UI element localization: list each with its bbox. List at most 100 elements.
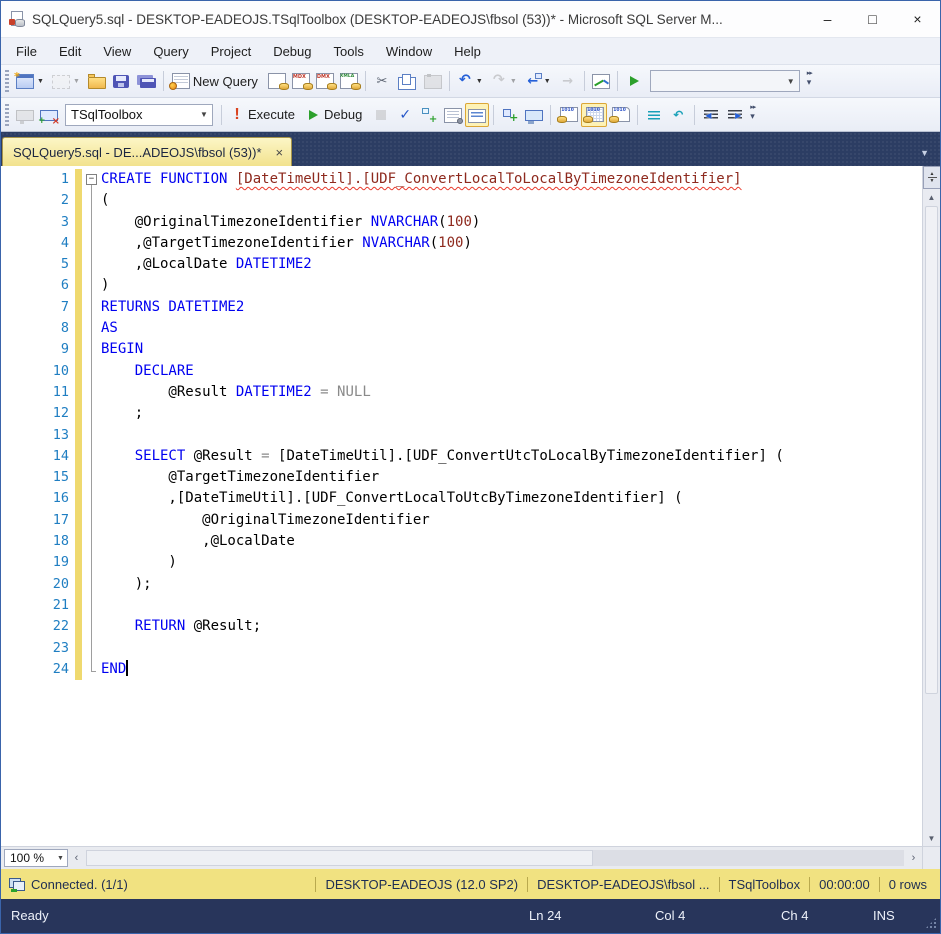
code-text[interactable]: ; (101, 403, 143, 424)
menu-debug[interactable]: Debug (262, 38, 322, 64)
code-pane[interactable]: 1 − CREATE FUNCTION [DateTimeUtil].[UDF_Co… (1, 166, 922, 846)
fold-margin[interactable]: − (82, 169, 101, 191)
code-text[interactable]: RETURNS DATETIME2 (101, 297, 244, 318)
code-text[interactable]: @Result DATETIME2 = NULL (101, 382, 370, 403)
database-engine-query-button[interactable] (265, 69, 289, 93)
active-files-dropdown-icon[interactable]: ▼ (920, 148, 929, 158)
scroll-right-icon[interactable]: › (905, 852, 922, 864)
menu-view[interactable]: View (92, 38, 142, 64)
menu-help[interactable]: Help (443, 38, 492, 64)
code-line[interactable]: 14 SELECT @Result = [DateTimeUtil].[UDF_… (1, 445, 922, 468)
increase-indent-button[interactable] (723, 103, 747, 127)
code-text[interactable]: @OriginalTimezoneIdentifier NVARCHAR(100… (101, 212, 481, 233)
code-text[interactable]: ) (101, 552, 176, 573)
code-text[interactable]: RETURN @Result; (101, 616, 261, 637)
mdx-query-button[interactable] (289, 69, 313, 93)
parse-button[interactable] (393, 103, 417, 127)
menu-project[interactable]: Project (200, 38, 262, 64)
code-line[interactable]: 22 RETURN @Result; (1, 616, 922, 638)
code-text[interactable]: ) (101, 275, 109, 296)
navigate-backward-button[interactable]: ▼ (522, 69, 556, 93)
zoom-combobox[interactable]: 100 % ▼ (4, 849, 68, 867)
new-query-button[interactable]: New Query (168, 69, 265, 93)
horizontal-scroll-thumb[interactable] (86, 850, 594, 866)
comment-button[interactable] (642, 103, 666, 127)
code-line[interactable]: 17 @OriginalTimezoneIdentifier (1, 509, 922, 532)
sql-toolbar-grip[interactable] (5, 103, 9, 126)
code-text[interactable]: END (101, 659, 128, 680)
zoom-dropdown-icon[interactable]: ▼ (54, 855, 67, 862)
code-text[interactable]: CREATE FUNCTION [DateTimeUtil].[UDF_Conv… (101, 169, 742, 190)
standard-toolbar-grip[interactable] (5, 70, 9, 92)
menu-tools[interactable]: Tools (323, 38, 375, 64)
code-line[interactable]: 4 ,@TargetTimezoneIdentifier NVARCHAR(10… (1, 232, 922, 255)
code-line[interactable]: 10 DECLARE (1, 360, 922, 382)
template-parameters-button[interactable] (498, 103, 522, 127)
code-text[interactable]: ,@TargetTimezoneIdentifier NVARCHAR(100) (101, 233, 472, 254)
code-text[interactable]: @OriginalTimezoneIdentifier (101, 510, 430, 531)
code-line[interactable]: 16 ,[DateTimeUtil].[UDF_ConvertLocalToUt… (1, 488, 922, 510)
code-line[interactable]: 9 BEGIN (1, 339, 922, 361)
code-editor[interactable]: 1 − CREATE FUNCTION [DateTimeUtil].[UDF_Co… (1, 166, 940, 846)
maximize-button[interactable]: □ (850, 1, 895, 37)
available-databases-combobox[interactable]: TSqlToolbox ▼ (65, 103, 213, 126)
code-text[interactable]: ,[DateTimeUtil].[UDF_ConvertLocalToUtcBy… (101, 488, 682, 509)
resize-grip-icon[interactable] (925, 917, 937, 929)
copy-button[interactable] (394, 69, 419, 93)
code-line[interactable]: 7 RETURNS DATETIME2 (1, 296, 922, 319)
scroll-down-icon[interactable]: ▼ (923, 830, 940, 846)
cut-button[interactable] (370, 69, 394, 93)
scroll-left-icon[interactable]: ‹ (68, 852, 85, 864)
decrease-indent-button[interactable] (699, 103, 723, 127)
code-line[interactable]: 6) (1, 275, 922, 297)
code-line[interactable]: 13 (1, 424, 922, 446)
standard-toolbar-options-button[interactable]: ▸▸ ▾ (806, 69, 820, 93)
code-line[interactable]: 20 ); (1, 573, 922, 595)
code-line[interactable]: 1 − CREATE FUNCTION [DateTimeUtil].[UDF_Co… (1, 169, 922, 191)
horizontal-scroll-track[interactable] (86, 850, 904, 866)
undo-button[interactable]: ▼ (454, 69, 488, 93)
code-line[interactable]: 12 ; (1, 403, 922, 425)
code-line[interactable]: 23 (1, 637, 922, 659)
intellisense-enabled-button[interactable] (465, 102, 490, 127)
code-line[interactable]: 24 END (1, 658, 922, 681)
open-file-button[interactable] (85, 69, 109, 93)
code-line[interactable]: 15 @TargetTimezoneIdentifier (1, 467, 922, 489)
code-text[interactable]: SELECT @Result = [DateTimeUtil].[UDF_Con… (101, 446, 784, 467)
code-line[interactable]: 21 (1, 594, 922, 617)
vertical-scroll-thumb[interactable] (925, 206, 938, 694)
save-button[interactable] (109, 69, 133, 93)
minimize-button[interactable]: – (805, 1, 850, 37)
dmx-query-button[interactable] (313, 69, 337, 93)
sql-toolbar-options-button[interactable]: ▸▸ ▾ (749, 103, 763, 127)
code-text[interactable]: BEGIN (101, 339, 143, 360)
chevron-down-icon[interactable]: ▼ (783, 77, 799, 86)
code-text[interactable]: ,@LocalDate (101, 531, 295, 552)
xmla-query-button[interactable] (337, 69, 361, 93)
debug-button[interactable]: Debug (302, 103, 369, 127)
scroll-up-icon[interactable]: ▲ (923, 189, 940, 205)
menu-window[interactable]: Window (375, 38, 443, 64)
tab-close-icon[interactable]: × (276, 146, 284, 159)
change-connection-button[interactable] (37, 103, 61, 127)
activity-monitor-button[interactable] (589, 69, 613, 93)
close-button[interactable]: × (895, 1, 940, 37)
tab-sqlquery5[interactable]: SQLQuery5.sql - DE...ADEOJS\fbsol (53))*… (2, 137, 293, 166)
query-options-button[interactable] (441, 103, 465, 127)
code-line[interactable]: 11 @Result DATETIME2 = NULL (1, 381, 922, 404)
save-all-button[interactable] (133, 69, 159, 93)
code-line[interactable]: 18 ,@LocalDate (1, 531, 922, 553)
code-line[interactable]: 3 @OriginalTimezoneIdentifier NVARCHAR(1… (1, 211, 922, 233)
code-text[interactable]: AS (101, 318, 118, 339)
collapse-icon[interactable]: − (86, 174, 97, 185)
menu-edit[interactable]: Edit (48, 38, 92, 64)
chevron-down-icon[interactable]: ▼ (196, 110, 212, 119)
menu-query[interactable]: Query (142, 38, 199, 64)
uncomment-button[interactable] (666, 103, 690, 127)
chevron-down-icon[interactable]: ▼ (541, 78, 553, 85)
code-line[interactable]: 2( (1, 190, 922, 212)
code-line[interactable]: 5 ,@LocalDate DATETIME2 (1, 254, 922, 276)
code-text[interactable]: ,@LocalDate DATETIME2 (101, 254, 312, 275)
results-to-file-button[interactable] (607, 103, 633, 127)
client-statistics-button[interactable] (522, 103, 546, 127)
